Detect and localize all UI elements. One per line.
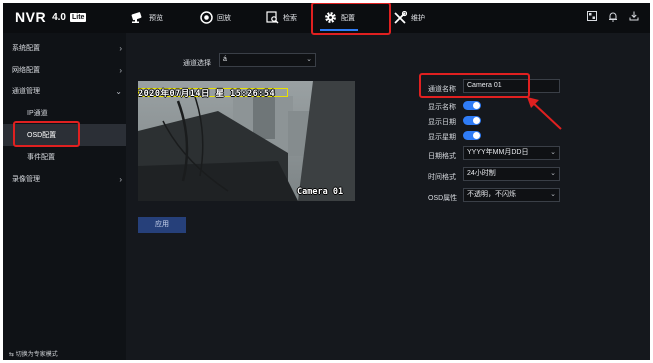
osd-attr-value: 不透明，不闪烁 — [467, 191, 516, 198]
time-format-select[interactable]: 24小时制 ⌄ — [463, 167, 560, 181]
top-right-icons — [586, 11, 650, 23]
channel-select-value: á — [223, 56, 227, 63]
show-name-label: 显示名称 — [428, 104, 456, 111]
nav-playback-label: 回放 — [217, 15, 231, 22]
sidebar-item-osd-config[interactable]: OSD配置 — [3, 124, 126, 146]
show-date-toggle[interactable] — [463, 116, 481, 125]
show-name-toggle[interactable] — [463, 101, 481, 110]
bell-icon[interactable] — [607, 11, 619, 23]
date-format-label: 日期格式 — [428, 153, 456, 160]
apply-button[interactable]: 应用 — [138, 217, 186, 233]
show-week-label: 显示星期 — [428, 134, 456, 141]
osd-name-overlay[interactable]: Camera 01 — [297, 187, 343, 197]
brand-name: NVR — [15, 9, 47, 25]
power-icon[interactable] — [649, 11, 650, 23]
chevron-down-icon: ⌄ — [115, 86, 122, 96]
chevron-right-icon: › — [119, 43, 122, 53]
camera-view-image — [138, 81, 355, 201]
nav-playback[interactable]: 回放 — [199, 3, 231, 33]
app-window: NVR 4.0 Lite 预览 回放 检索 配置 维护 系统配置 › 网络配置 … — [3, 3, 650, 360]
annotation-arrow — [527, 97, 562, 130]
nav-config-label: 配置 — [341, 15, 355, 22]
sidebar-item-ip-channel[interactable]: IP通道 — [3, 102, 126, 124]
sidebar-item-label: OSD配置 — [27, 132, 57, 139]
sidebar: 系统配置 › 网络配置 › 通道管理 ⌄ IP通道 OSD配置 事件配置 录像管… — [3, 33, 126, 360]
video-preview[interactable]: 2020年07月14日 星 15:26:54 Camera 01 — [138, 81, 355, 201]
sidebar-item-label: IP通道 — [27, 110, 48, 117]
playback-icon — [199, 11, 213, 25]
osd-datetime-overlay: 2020年07月14日 星 15:26:54 — [138, 89, 276, 99]
time-format-value: 24小时制 — [467, 170, 496, 177]
sidebar-item-record-management[interactable]: 录像管理 › — [3, 168, 126, 190]
date-format-value: YYYY年MM月DD日 — [467, 149, 529, 156]
channel-select-label: 通道选择 — [183, 60, 211, 67]
active-tab-indicator — [320, 29, 358, 31]
nav-maintenance[interactable]: 维护 — [393, 3, 425, 33]
main-content: 通道选择 á ⌄ 2020年07月14日 星 15:26:54 Camera 0… — [126, 33, 650, 360]
sidebar-item-channel-management[interactable]: 通道管理 ⌄ — [3, 80, 126, 102]
expert-mode-toggle[interactable]: ⇆ 切换为专家模式 — [9, 349, 58, 358]
sidebar-item-label: 通道管理 — [12, 88, 40, 95]
camera-icon — [131, 11, 145, 25]
sidebar-item-system-config[interactable]: 系统配置 › — [3, 37, 126, 59]
brand-edition: Lite — [69, 12, 87, 22]
show-week-toggle[interactable] — [463, 131, 481, 140]
sidebar-item-label: 录像管理 — [12, 176, 40, 183]
show-date-label: 显示日期 — [428, 119, 456, 126]
nav-search[interactable]: 检索 — [265, 3, 297, 33]
chevron-right-icon: › — [119, 65, 122, 75]
gear-icon — [323, 11, 337, 25]
sidebar-item-label: 事件配置 — [27, 154, 55, 161]
brand-logo: NVR 4.0 Lite — [15, 9, 87, 25]
nav-config[interactable]: 配置 — [320, 3, 358, 33]
chevron-down-icon: ⌄ — [550, 191, 556, 198]
nav-preview-label: 预览 — [149, 15, 163, 22]
chevron-right-icon: › — [119, 174, 122, 184]
top-bar: NVR 4.0 Lite 预览 回放 检索 配置 维护 — [3, 3, 650, 35]
osd-attr-select[interactable]: 不透明，不闪烁 ⌄ — [463, 188, 560, 202]
sidebar-item-label: 系统配置 — [12, 45, 40, 52]
nav-maintenance-label: 维护 — [411, 15, 425, 22]
nav-preview[interactable]: 预览 — [131, 3, 163, 33]
channel-select[interactable]: á ⌄ — [219, 53, 316, 67]
search-icon — [265, 11, 279, 25]
sidebar-item-network-config[interactable]: 网络配置 › — [3, 59, 126, 81]
sidebar-item-event-config[interactable]: 事件配置 — [3, 146, 126, 168]
osd-attr-label: OSD属性 — [428, 195, 458, 202]
time-format-label: 时间格式 — [428, 174, 456, 181]
nav-search-label: 检索 — [283, 15, 297, 22]
channel-name-label: 通道名称 — [428, 86, 456, 93]
qr-code-icon[interactable] — [586, 11, 598, 23]
brand-version: 4.0 — [52, 11, 66, 23]
wrench-icon — [393, 10, 408, 25]
chevron-down-icon: ⌄ — [306, 56, 312, 63]
chevron-down-icon: ⌄ — [550, 170, 556, 177]
sidebar-item-label: 网络配置 — [12, 67, 40, 74]
download-icon[interactable] — [628, 11, 640, 23]
